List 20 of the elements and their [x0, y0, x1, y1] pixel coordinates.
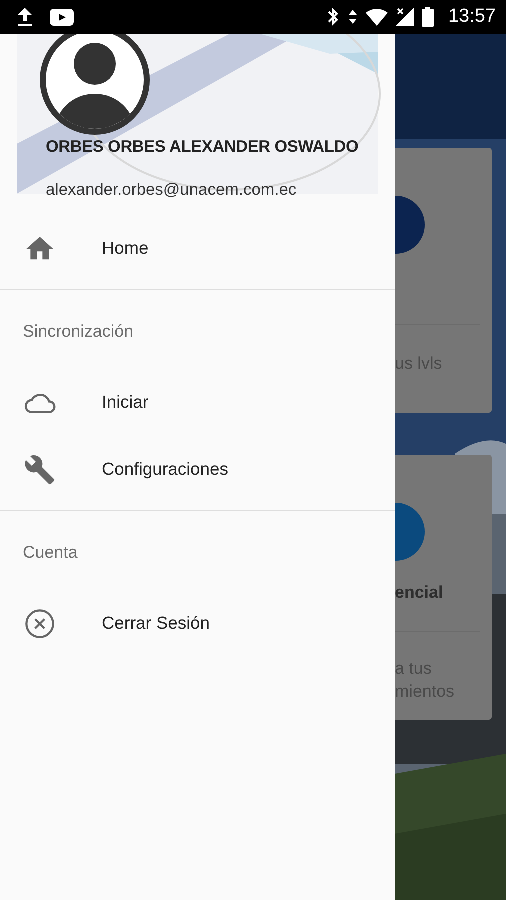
- battery-icon: [422, 7, 434, 27]
- data-arrows-icon: [348, 9, 358, 25]
- menu-item[interactable]: Home: [0, 215, 395, 282]
- signal-icon: [396, 8, 414, 26]
- menu-item[interactable]: Iniciar: [0, 369, 395, 436]
- close-icon: [24, 608, 56, 640]
- wifi-icon: [366, 8, 388, 26]
- menu-item[interactable]: Cerrar Sesión: [0, 590, 395, 657]
- avatar-icon: [39, 34, 151, 136]
- user-name: ORBES ORBES ALEXANDER OSWALDO: [46, 137, 360, 158]
- wrench-icon: [24, 454, 56, 486]
- user-email: alexander.orbes@unacem.com.ec: [46, 180, 298, 201]
- upload-icon: [16, 7, 34, 27]
- clock-time: 13:57: [448, 6, 496, 28]
- section-title: Sincronización: [22, 321, 135, 343]
- menu-item[interactable]: Configuraciones: [0, 436, 395, 503]
- card-title: encial: [395, 583, 444, 603]
- bluetooth-icon: [326, 7, 340, 27]
- section-title: Cuenta: [22, 542, 79, 564]
- play-icon: [50, 8, 74, 26]
